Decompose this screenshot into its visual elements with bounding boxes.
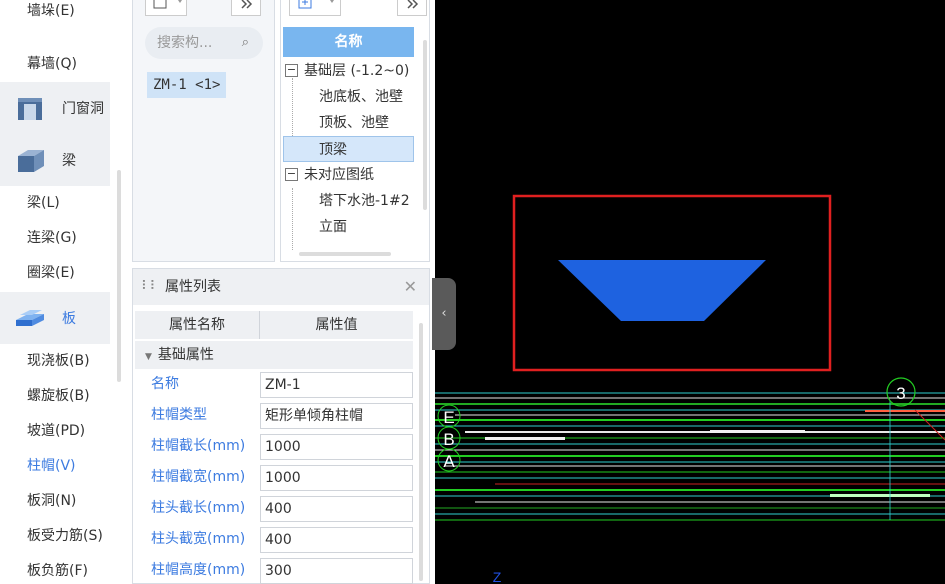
property-row: 柱帽高度(mm) 300 [135,555,413,584]
chevron-right-icon [407,0,419,9]
more-button[interactable] [231,0,261,16]
drag-handle-icon[interactable]: ⠇⠇ [141,279,159,294]
chevron-left-icon: ‹ [441,306,447,321]
property-name: 柱头截宽(mm) [151,531,246,547]
property-scrollbar[interactable] [419,323,423,581]
property-value-field[interactable]: 400 [260,527,413,553]
column-header-name: 属性名称 [135,311,260,339]
tree-horizontal-scrollbar[interactable] [299,252,391,256]
nav-item-spiral-slab[interactable]: 螺旋板(B) [0,379,110,414]
square-icon [153,0,182,9]
caret-down-icon: ▼ [145,352,152,362]
collapse-panel-tab[interactable]: ‹ [432,278,456,350]
nav-item-wall-pier[interactable]: 墙垛(E) [0,0,110,29]
door-window-icon [18,98,42,120]
search-icon[interactable]: ⌕ [242,27,249,59]
add-drawing-button[interactable] [289,0,341,16]
nav-item-slab-opening[interactable]: 板洞(N) [0,484,110,519]
tree-guide-line [292,188,293,250]
axis-label-b: B [443,430,454,449]
property-group-basic[interactable]: ▼ 基础属性 [135,341,413,369]
property-panel-title: 属性列表 [165,279,221,295]
property-name: 柱帽类型 [151,407,207,423]
nav-item-curtain-wall[interactable]: 幕墙(Q) [0,47,110,82]
tree-more-button[interactable] [397,0,427,16]
property-table-header: 属性名称 属性值 [135,311,413,339]
nav-item-slab-negative-rebar[interactable]: 板负筋(F) [0,554,110,584]
property-row: 名称 ZM-1 [135,369,413,400]
component-nav: 墙垛(E) 幕墙(Q) 门窗洞 梁 梁(L) 连梁(G) 圈梁(E) 板 现浇板… [0,0,126,584]
chevron-right-icon [241,0,253,9]
nav-item-cast-slab[interactable]: 现浇板(B) [0,344,110,379]
component-list-panel: 搜索构... ⌕ ZM-1 <1> [132,0,275,262]
property-name: 柱帽截长(mm) [151,438,246,454]
drawing-canvas[interactable]: 3 E B A Z [435,0,945,584]
property-value-field[interactable]: 400 [260,496,413,522]
slab-icon [16,310,44,326]
nav-scrollbar[interactable] [117,170,121,382]
tree-toolbar [289,0,427,18]
axis-label-3: 3 [896,384,905,403]
nav-item-slab-main-rebar[interactable]: 板受力筋(S) [0,519,110,554]
canvas-drawing: 3 E B A Z [435,194,945,584]
drawing-tree-panel: 名称 − 基础层 (-1.2~0) 池底板、池壁 顶板、池壁 顶梁 − 未对应图纸 … [280,0,430,262]
property-list-panel: ⠇⠇ 属性列表 ✕ 属性名称 属性值 ▼ 基础属性 名称 ZM-1 柱帽类型 矩形… [132,268,430,584]
column-cap-shape[interactable] [558,260,766,321]
property-row: 柱帽类型 矩形单倾角柱帽 [135,400,413,431]
tree-node-roof-wall[interactable]: 顶板、池壁 [319,110,389,136]
nav-item-beam[interactable]: 梁(L) [0,186,110,221]
property-value-field[interactable]: 1000 [260,465,413,491]
close-icon[interactable]: ✕ [404,269,417,305]
coordinate-axis-label: Z [493,569,502,584]
axis-label-e: E [443,408,454,427]
nav-category-beam[interactable]: 梁 [0,134,110,186]
nav-item-coupling-beam[interactable]: 连梁(G) [0,221,110,256]
column-header-value: 属性值 [315,317,358,333]
component-list-item-selected[interactable]: ZM-1 <1> [147,72,227,98]
property-name: 柱头截长(mm) [151,500,246,516]
nav-category-door-window[interactable]: 门窗洞 [0,82,110,134]
property-name: 名称 [151,376,179,392]
add-layer-icon [298,0,334,9]
property-name: 柱帽高度(mm) [151,562,246,578]
property-value-field[interactable]: 300 [260,558,413,584]
beam-icon [18,150,44,172]
tree-node-unmatched-drawings[interactable]: − 未对应图纸 [285,162,374,188]
component-toolbar [145,0,265,18]
nav-category-slab[interactable]: 板 [0,292,110,344]
component-search-input[interactable]: 搜索构... ⌕ [145,27,263,59]
property-value-field[interactable]: 矩形单倾角柱帽 [260,403,413,429]
collapse-toggle-icon[interactable]: − [285,167,298,181]
tree-node-foundation-layer[interactable]: − 基础层 (-1.2~0) [285,58,409,84]
cad-lines [435,392,945,521]
search-placeholder: 搜索构... [157,35,213,51]
tree-node-tower-pool[interactable]: 塔下水池-1#2 [319,188,410,214]
nav-item-ramp[interactable]: 坡道(PD) [0,414,110,449]
tree-vertical-scrollbar[interactable] [423,40,427,210]
property-row: 柱帽截宽(mm) 1000 [135,462,413,493]
nav-item-column-cap[interactable]: 柱帽(V) [0,449,110,484]
nav-item-ring-beam[interactable]: 圈梁(E) [0,256,110,291]
tree-column-header: 名称 [283,27,414,57]
property-value-field[interactable]: ZM-1 [260,372,413,398]
property-row: 柱头截长(mm) 400 [135,493,413,524]
property-panel-titlebar: ⠇⠇ 属性列表 ✕ [133,269,429,305]
tree-node-pool-bottom-wall[interactable]: 池底板、池壁 [319,84,403,110]
collapse-toggle-icon[interactable]: − [285,63,298,77]
axis-label-a: A [443,452,455,471]
property-value-field[interactable]: 1000 [260,434,413,460]
new-component-button[interactable] [145,0,187,16]
property-name: 柱帽截宽(mm) [151,469,246,485]
tree-node-elevation[interactable]: 立面 [319,214,347,240]
tree-node-top-beam[interactable]: 顶梁 [283,136,414,162]
property-row: 柱帽截长(mm) 1000 [135,431,413,462]
property-row: 柱头截宽(mm) 400 [135,524,413,555]
